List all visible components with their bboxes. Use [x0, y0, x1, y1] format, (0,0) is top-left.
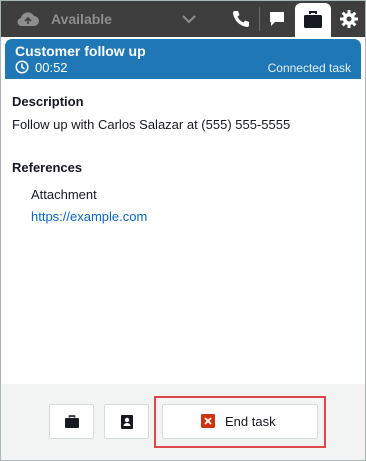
- chat-icon: [270, 12, 284, 26]
- quick-task-button[interactable]: [49, 404, 94, 439]
- agent-status-label: Available: [51, 11, 112, 27]
- toolbar-divider: [259, 7, 260, 31]
- contact-timer: 00:52: [35, 60, 68, 75]
- contact-header: Customer follow up 00:52 Connected task: [5, 39, 361, 79]
- phone-icon: [233, 11, 249, 27]
- tab-tasks[interactable]: [295, 3, 331, 37]
- description-text: Follow up with Carlos Salazar at (555) 5…: [12, 117, 291, 132]
- end-task-label: End task: [225, 414, 276, 429]
- briefcase-icon: [304, 11, 322, 28]
- quick-connects-button[interactable]: [104, 404, 149, 439]
- chevron-down-icon: [182, 15, 196, 24]
- contact-card-icon: [121, 415, 133, 429]
- agent-status-dropdown[interactable]: Available: [1, 1, 219, 37]
- reference-link[interactable]: https://example.com: [31, 209, 147, 224]
- references-heading: References: [12, 160, 83, 175]
- end-task-button[interactable]: End task: [162, 404, 318, 439]
- contact-title: Customer follow up: [15, 43, 146, 59]
- cloud-status-icon: [17, 12, 39, 27]
- chat-button[interactable]: [261, 1, 293, 37]
- phone-button[interactable]: [225, 1, 257, 37]
- gear-icon: [340, 10, 358, 28]
- settings-button[interactable]: [333, 1, 365, 37]
- top-bar: Available: [1, 1, 365, 37]
- attachment-label: Attachment: [31, 187, 97, 202]
- contact-state: Connected task: [267, 61, 351, 75]
- clock-icon: [15, 60, 29, 74]
- close-icon: [201, 414, 215, 428]
- description-heading: Description: [12, 94, 84, 109]
- briefcase-icon: [65, 415, 79, 428]
